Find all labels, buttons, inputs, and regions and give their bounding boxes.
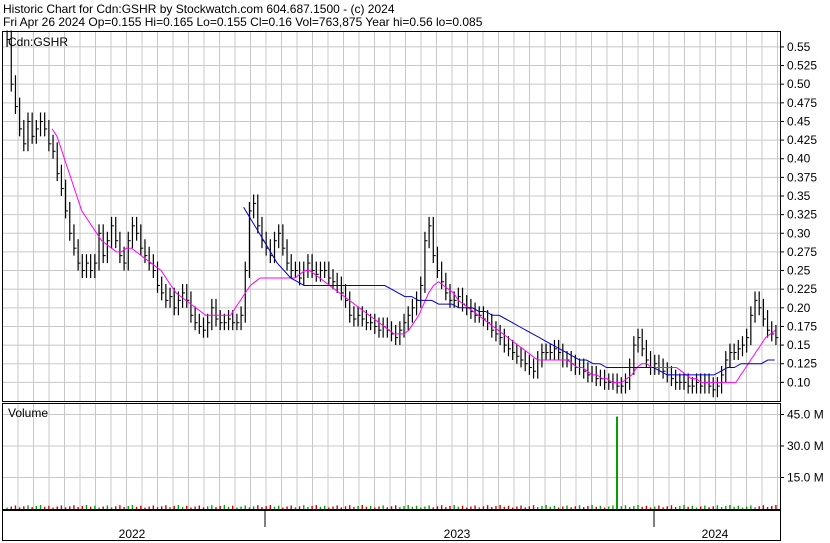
y-tick-label: 0.225 <box>787 282 817 296</box>
y-tick-label: 0.525 <box>787 59 817 73</box>
y-tick-label: 0.30 <box>787 226 811 240</box>
y-tick-label: 0.10 <box>787 375 811 389</box>
x-tick-label: 2024 <box>702 527 729 541</box>
price-panel-title: Cdn:GSHR <box>8 35 68 49</box>
price-y-axis: 0.55 0.525 0.50 0.475 0.45 0.425 0.40 0.375 0.35… <box>780 40 817 389</box>
volume-tick-label: 45.0 M <box>787 408 824 422</box>
price-panel-frame <box>2 31 781 402</box>
y-tick-label: 0.325 <box>787 208 817 222</box>
volume-panel-title: Volume <box>8 406 48 420</box>
y-tick-label: 0.125 <box>787 357 817 371</box>
y-tick-label: 0.275 <box>787 245 817 259</box>
volume-tick-label: 30.0 M <box>787 439 824 453</box>
y-tick-label: 0.425 <box>787 133 817 147</box>
y-tick-label: 0.50 <box>787 77 811 91</box>
y-tick-label: 0.20 <box>787 301 811 315</box>
y-tick-label: 0.25 <box>787 264 811 278</box>
y-tick-label: 0.175 <box>787 319 817 333</box>
volume-panel-frame <box>2 403 781 510</box>
y-tick-label: 0.45 <box>787 114 811 128</box>
stock-chart: 0.55 0.525 0.50 0.475 0.45 0.425 0.40 0.375 0.35… <box>2 30 824 541</box>
y-tick-label: 0.35 <box>787 189 811 203</box>
volume-y-axis: 45.0 M 30.0 M 15.0 M <box>780 408 824 485</box>
y-tick-label: 0.55 <box>787 40 811 54</box>
y-tick-label: 0.375 <box>787 170 817 184</box>
volume-tick-label: 15.0 M <box>787 471 824 485</box>
y-tick-label: 0.15 <box>787 338 811 352</box>
y-tick-label: 0.475 <box>787 96 817 110</box>
y-tick-label: 0.40 <box>787 152 811 166</box>
x-tick-label: 2022 <box>119 527 146 541</box>
x-tick-label: 2023 <box>444 527 471 541</box>
